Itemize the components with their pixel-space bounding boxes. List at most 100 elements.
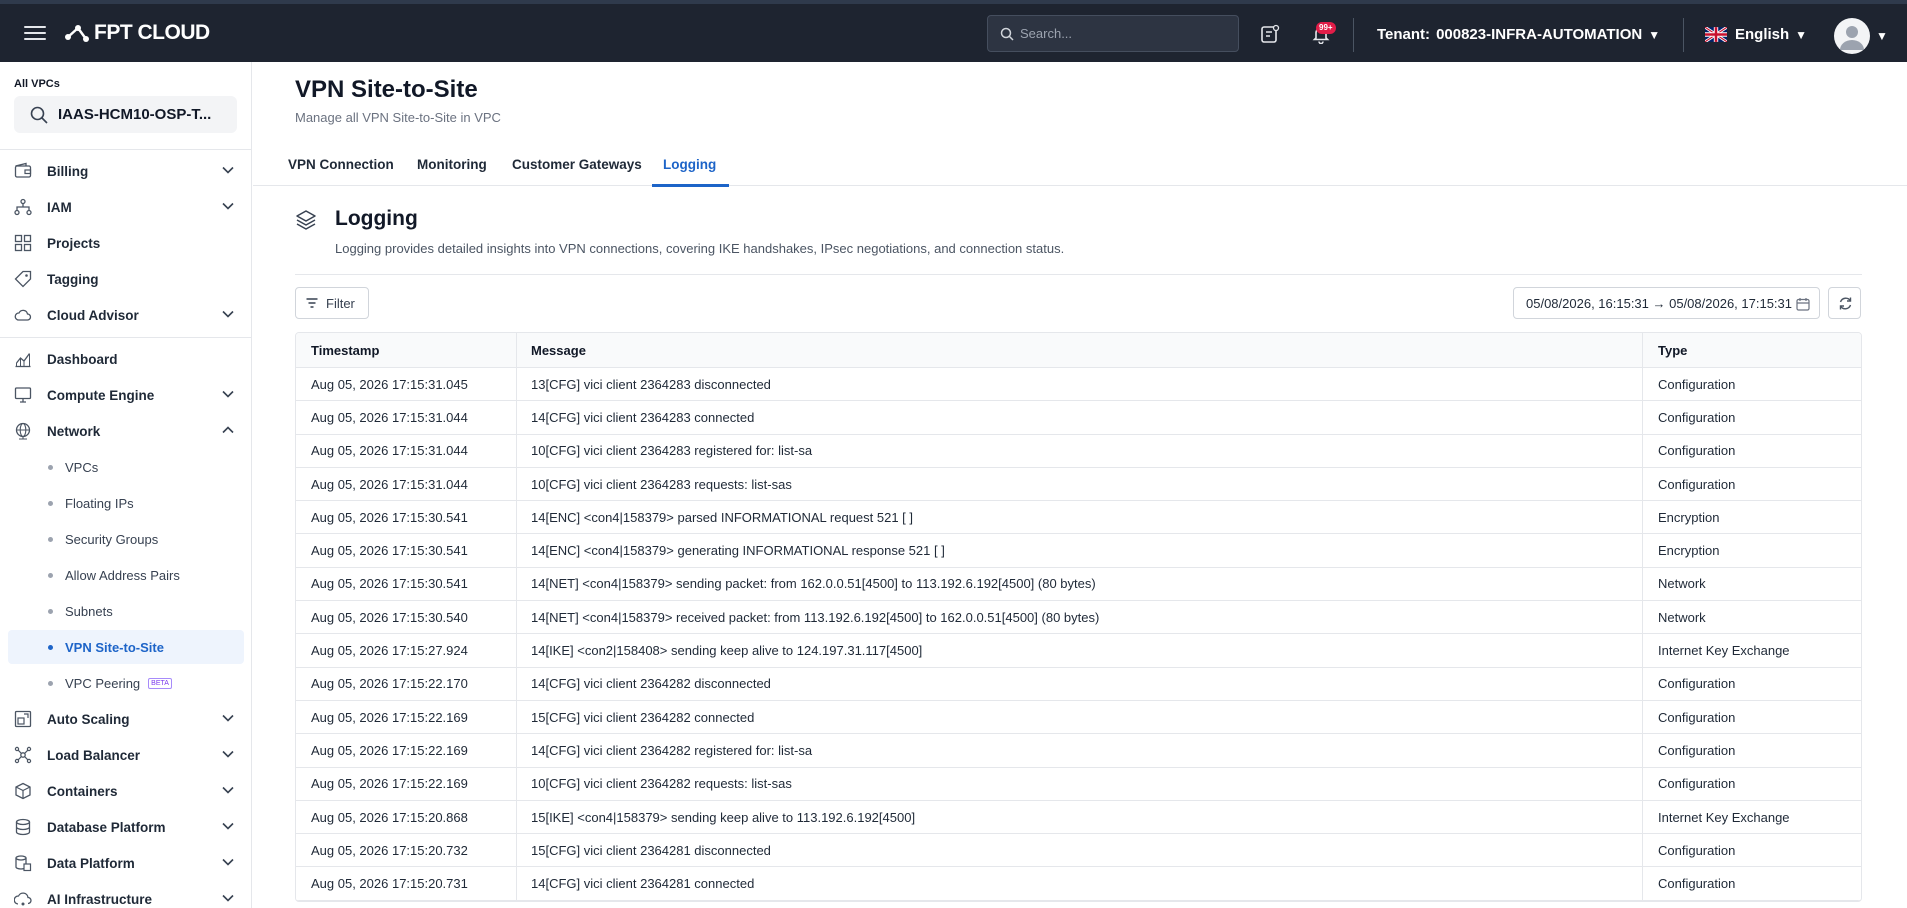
sidebar-item-load-balancer[interactable]: Load Balancer — [8, 738, 244, 772]
caret-down-icon[interactable]: ▼ — [1876, 29, 1888, 43]
sidebar-item-vpn-site-to-site[interactable]: VPN Site-to-Site — [8, 630, 244, 664]
table-row[interactable]: Aug 05, 2026 17:15:20.731 14[CFG] vici cl… — [296, 867, 1861, 901]
table-row[interactable]: Aug 05, 2026 17:15:22.169 14[CFG] vici cl… — [296, 734, 1861, 768]
tab-monitoring[interactable]: Monitoring — [417, 142, 487, 186]
caret-down-icon: ▼ — [1795, 27, 1808, 42]
bullet-dot — [48, 537, 53, 542]
menu-icon[interactable] — [24, 22, 46, 42]
sidebar-item-label: Projects — [47, 235, 101, 251]
tab-customer-gateways[interactable]: Customer Gateways — [512, 142, 642, 186]
global-search[interactable] — [987, 15, 1239, 52]
cell-message: 14[IKE] <con2|158408> sending keep alive… — [517, 634, 1643, 667]
sidebar-item-label: Auto Scaling — [47, 711, 130, 727]
table-body: Aug 05, 2026 17:15:31.045 13[CFG] vici cl… — [296, 368, 1861, 901]
tab-vpn-connection[interactable]: VPN Connection — [288, 142, 394, 186]
chevron-down-icon — [222, 750, 234, 758]
sidebar-item-tagging[interactable]: Tagging — [8, 262, 244, 296]
document-icon[interactable] — [1260, 24, 1280, 44]
cell-type: Network — [1658, 576, 1706, 592]
divider — [0, 337, 251, 338]
tab-logging[interactable]: Logging — [651, 142, 730, 187]
sidebar-item-containers[interactable]: Containers — [8, 774, 244, 808]
bullet-dot — [48, 609, 53, 614]
sidebar-item-auto-scaling[interactable]: Auto Scaling — [8, 702, 244, 736]
tenant-value: 000823-INFRA-AUTOMATION — [1436, 26, 1643, 43]
table-row[interactable]: Aug 05, 2026 17:15:20.868 15[IKE] <con4|1… — [296, 800, 1861, 835]
sidebar-item-label: Containers — [47, 783, 118, 799]
bullet-dot — [48, 465, 53, 470]
section-title: Logging — [335, 207, 418, 230]
sidebar-item-label: Cloud Advisor — [47, 307, 139, 323]
sidebar-item-label: Network — [47, 423, 101, 439]
vpc-selector[interactable]: IAAS-HCM10-OSP-T... — [14, 96, 237, 133]
sidebar-item-dashboard[interactable]: Dashboard — [8, 342, 244, 376]
table-row[interactable]: Aug 05, 2026 17:15:30.541 14[ENC] <con4|1… — [296, 501, 1861, 535]
divider — [0, 149, 251, 150]
sidebar-item-billing[interactable]: Billing — [8, 154, 244, 188]
cell-timestamp: Aug 05, 2026 17:15:22.169 — [296, 767, 517, 800]
chevron-down-icon — [222, 714, 234, 722]
sidebar-item-database-platform[interactable]: Database Platform — [8, 810, 244, 844]
table-row[interactable]: Aug 05, 2026 17:15:22.169 10[CFG] vici cl… — [296, 767, 1861, 801]
sidebar-item-network[interactable]: Network — [8, 414, 244, 448]
database-icon — [15, 818, 31, 836]
bullet-dot — [48, 573, 53, 578]
section-description: Logging provides detailed insights into … — [335, 241, 1065, 256]
cell-type: Configuration — [1658, 842, 1736, 858]
table-row[interactable]: Aug 05, 2026 17:15:22.170 14[CFG] vici cl… — [296, 667, 1861, 701]
cell-message: 15[IKE] <con4|158379> sending keep alive… — [517, 800, 1643, 834]
cell-message: 14[NET] <con4|158379> received packet: f… — [517, 601, 1643, 634]
user-icon — [1840, 26, 1864, 50]
sidebar-item-security-groups[interactable]: Security Groups — [8, 522, 244, 556]
table-row[interactable]: Aug 05, 2026 17:15:30.541 14[NET] <con4|1… — [296, 567, 1861, 602]
sidebar-sub-label: VPN Site-to-Site — [65, 639, 164, 655]
sidebar-item-iam[interactable]: IAM — [8, 190, 244, 224]
sidebar-item-vpcs[interactable]: VPCs — [8, 450, 244, 484]
sidebar-item-cloud-advisor[interactable]: Cloud Advisor — [8, 298, 244, 332]
table-row[interactable]: Aug 05, 2026 17:15:20.732 15[CFG] vici cl… — [296, 834, 1861, 868]
sidebar-item-data-platform[interactable]: Data Platform — [8, 846, 244, 880]
tenant-selector[interactable]: Tenant: 000823-INFRA-AUTOMATION ▼ — [1377, 26, 1660, 43]
table-row[interactable]: Aug 05, 2026 17:15:22.169 15[CFG] vici cl… — [296, 700, 1861, 735]
cell-type: Internet Key Exchange — [1658, 643, 1790, 659]
brand-logo[interactable]: FPT CLOUD — [64, 21, 210, 45]
sidebar-sub-label: Subnets — [65, 603, 113, 619]
table-row[interactable]: Aug 05, 2026 17:15:31.044 10[CFG] vici cl… — [296, 467, 1861, 502]
cell-type: Encryption — [1658, 509, 1720, 525]
language-selector[interactable]: English ▼ — [1705, 26, 1807, 43]
beta-badge: BETA — [148, 677, 172, 689]
sidebar-sub-label: VPCs — [65, 459, 99, 475]
sidebar-item-projects[interactable]: Projects — [8, 226, 244, 260]
date-range-picker[interactable]: 05/08/2026, 16:15:31 → 05/08/2026, 17:15… — [1513, 287, 1820, 319]
cell-timestamp: Aug 05, 2026 17:15:31.044 — [296, 434, 517, 467]
sidebar-sub-label: Floating IPs — [65, 495, 134, 511]
table-row[interactable]: Aug 05, 2026 17:15:30.540 14[NET] <con4|1… — [296, 601, 1861, 635]
sidebar-item-allow-address-pairs[interactable]: Allow Address Pairs — [8, 558, 244, 592]
filter-button[interactable]: Filter — [295, 287, 369, 319]
sidebar-item-subnets[interactable]: Subnets — [8, 594, 244, 628]
cell-timestamp: Aug 05, 2026 17:15:30.540 — [296, 601, 517, 634]
table-header: Timestamp Message Type — [296, 333, 1861, 368]
sidebar-item-label: Dashboard — [47, 351, 118, 367]
date-range-value: 05/08/2026, 16:15:31 → 05/08/2026, 17:15… — [1526, 295, 1793, 311]
table-row[interactable]: Aug 05, 2026 17:15:27.924 14[IKE] <con2|1… — [296, 634, 1861, 668]
sidebar-item-compute-engine[interactable]: Compute Engine — [8, 378, 244, 412]
table-row[interactable]: Aug 05, 2026 17:15:31.044 14[CFG] vici cl… — [296, 401, 1861, 435]
cell-message: 14[NET] <con4|158379> sending packet: fr… — [517, 567, 1643, 601]
sidebar-item-ai-infrastructure[interactable]: AI Infrastructure — [8, 882, 244, 908]
table-row[interactable]: Aug 05, 2026 17:15:31.045 13[CFG] vici cl… — [296, 368, 1861, 402]
sidebar-item-vpc-peering[interactable]: VPC Peering BETA — [8, 666, 244, 700]
vpc-label: All VPCs — [14, 78, 60, 90]
cell-timestamp: Aug 05, 2026 17:15:22.169 — [296, 700, 517, 734]
search-input[interactable] — [1020, 26, 1220, 41]
table-row[interactable]: Aug 05, 2026 17:15:31.044 10[CFG] vici cl… — [296, 434, 1861, 468]
sidebar-sub-label: Allow Address Pairs — [65, 567, 180, 583]
table-row[interactable]: Aug 05, 2026 17:15:30.541 14[ENC] <con4|1… — [296, 534, 1861, 568]
refresh-button[interactable] — [1828, 287, 1861, 319]
sidebar-item-floating-ips[interactable]: Floating IPs — [8, 486, 244, 520]
sidebar-item-label: Database Platform — [47, 819, 166, 835]
cell-type: Configuration — [1658, 709, 1736, 725]
chevron-down-icon — [222, 390, 234, 398]
user-avatar[interactable] — [1834, 18, 1870, 54]
logging-section-header: Logging Logging provides detailed insigh… — [295, 205, 1862, 275]
